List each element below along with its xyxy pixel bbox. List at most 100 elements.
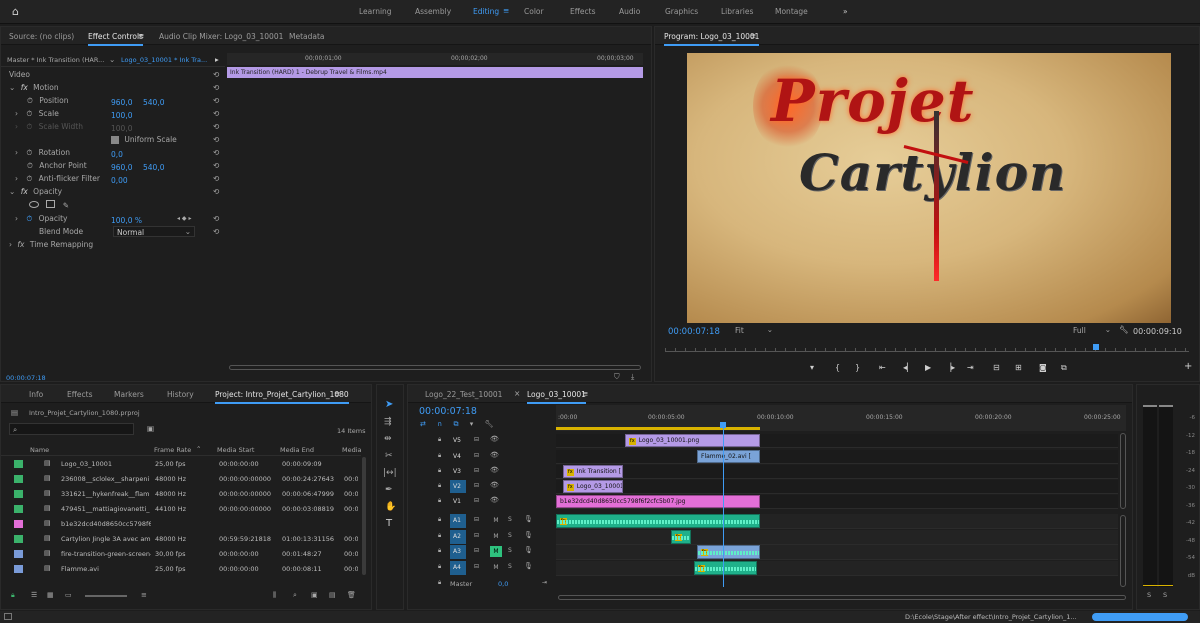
- program-viewer[interactable]: Projet Cartylion: [687, 53, 1171, 323]
- workspace-menu-icon[interactable]: ≡: [503, 6, 509, 15]
- sync-lock-icon[interactable]: ⊟: [474, 467, 479, 474]
- program-timecode[interactable]: 00:00:07:18: [668, 327, 720, 337]
- reset-icon[interactable]: ⟲: [213, 70, 219, 79]
- automate-icon[interactable]: ⫼: [273, 591, 276, 600]
- track-lane[interactable]: [556, 465, 1118, 479]
- eye-icon[interactable]: 👁︎: [490, 481, 499, 489]
- compare-icon[interactable]: ⧉: [1061, 363, 1067, 373]
- delete-icon[interactable]: 🗑︎: [347, 591, 356, 599]
- track-header[interactable]: 🔒︎ V4 ⊟ 👁︎: [428, 450, 554, 464]
- workspace-color[interactable]: Color: [524, 7, 544, 16]
- pen-mask-icon[interactable]: ✎: [63, 201, 69, 210]
- chevron-right-icon[interactable]: ›: [15, 174, 18, 183]
- label-color-swatch[interactable]: [14, 565, 23, 573]
- track-header[interactable]: 🔒︎ A3 ⊟ M S 🎙︎: [428, 545, 554, 560]
- col-name[interactable]: Name: [30, 446, 49, 454]
- col-media-end[interactable]: Media End: [280, 446, 314, 454]
- icon-view-icon[interactable]: ▦: [47, 591, 54, 599]
- track-header[interactable]: 🔒︎ A1 ⊟ M S 🎙︎: [428, 514, 554, 529]
- freeform-view-icon[interactable]: ▭: [65, 591, 72, 599]
- track-lane[interactable]: [556, 530, 1118, 545]
- eye-icon[interactable]: 👁︎: [490, 496, 499, 504]
- tab-info[interactable]: Info: [29, 390, 43, 399]
- position-y-value[interactable]: 540,0: [143, 98, 164, 107]
- hand-tool-icon[interactable]: ✋: [385, 502, 396, 512]
- linked-icon[interactable]: ⧉: [453, 420, 458, 428]
- label-color-swatch[interactable]: [14, 550, 23, 558]
- ellipse-mask-icon[interactable]: [29, 201, 39, 208]
- chevron-right-icon[interactable]: ›: [15, 148, 18, 157]
- export-frame-icon[interactable]: ◙: [1039, 363, 1047, 372]
- list-view-icon[interactable]: ☰: [31, 591, 37, 599]
- track-header[interactable]: 🔒︎ V5 ⊟ 👁︎: [428, 434, 554, 448]
- lock-icon[interactable]: 🔒︎: [438, 467, 441, 475]
- sync-lock-icon[interactable]: ⊟: [474, 532, 479, 539]
- play-icon[interactable]: ▶: [925, 363, 931, 372]
- label-color-swatch[interactable]: [14, 475, 23, 483]
- uniform-scale-row[interactable]: Uniform Scale: [111, 135, 177, 148]
- timeline-ruler[interactable]: :00:00 00:00:05:00 00:00:10:00 00:00:15:…: [556, 405, 1126, 431]
- new-bin-footer-icon[interactable]: ▣: [311, 591, 318, 599]
- type-tool-icon[interactable]: T: [386, 518, 392, 529]
- project-list-item[interactable]: ▤ fire-transition-green-screen- 30,00 fps 0…: [1, 547, 361, 561]
- panel-menu-icon[interactable]: ≡: [138, 31, 144, 40]
- project-list-item[interactable]: ▤ 331621__hykenfreak__flam 48000 Hz 00:00:0…: [1, 487, 361, 501]
- new-item-icon[interactable]: ▤: [329, 591, 336, 599]
- pen-tool-icon[interactable]: ✒: [385, 485, 393, 495]
- add-button-icon[interactable]: +: [1184, 361, 1192, 372]
- tab-history[interactable]: History: [167, 390, 194, 399]
- clip-dropdown-icon[interactable]: ⌄: [109, 55, 115, 64]
- clip-v3[interactable]: fx Ink Transition [: [563, 465, 623, 478]
- track-select-tool-icon[interactable]: ⇶: [384, 417, 392, 427]
- project-list-item[interactable]: ▤ b1e32dcd40d8650cc5798f6f: [1, 517, 361, 531]
- workspace-graphics[interactable]: Graphics: [665, 7, 698, 16]
- lock-icon[interactable]: 🔒︎: [438, 516, 441, 524]
- sync-lock-icon[interactable]: ⊟: [474, 516, 479, 523]
- track-lane[interactable]: [556, 561, 1118, 576]
- settings-icon[interactable]: 🔧︎: [484, 420, 493, 428]
- tab-project[interactable]: Project: Intro_Projet_Cartylion_1080: [215, 390, 349, 404]
- master-track-header[interactable]: 🔒︎ Master 0,0 ⇥: [428, 577, 554, 591]
- playhead-icon[interactable]: [1093, 344, 1099, 350]
- track-header[interactable]: 🔒︎ V2 ⊟ 👁︎: [428, 480, 554, 494]
- antiflicker-value[interactable]: 0,00: [111, 176, 128, 185]
- step-forward-icon[interactable]: ▕▸: [945, 363, 955, 372]
- work-area-bar[interactable]: [556, 427, 760, 430]
- workspace-editing[interactable]: Editing: [473, 7, 499, 16]
- chevron-right-icon[interactable]: ›: [15, 109, 18, 118]
- track-header[interactable]: 🔒︎ V1 ⊟ 👁︎: [428, 495, 554, 509]
- tab-source[interactable]: Source: (no clips): [9, 32, 74, 41]
- reset-icon[interactable]: ⟲: [213, 122, 219, 131]
- clip-a3[interactable]: fx: [697, 545, 760, 559]
- reset-icon[interactable]: ⟲: [213, 161, 219, 170]
- add-marker-icon[interactable]: ▾: [810, 363, 814, 372]
- label-color-swatch[interactable]: [14, 490, 23, 498]
- solo-button[interactable]: S: [508, 516, 512, 523]
- tab-sequence-logo03[interactable]: Logo_03_10001: [527, 390, 586, 404]
- sync-lock-icon[interactable]: ⊟: [474, 563, 479, 570]
- solo-right-button[interactable]: S: [1163, 591, 1167, 599]
- track-header[interactable]: 🔒︎ A4 ⊟ M S 🎙︎: [428, 561, 554, 576]
- chevron-down-icon[interactable]: ⌄: [9, 187, 15, 196]
- ripple-edit-tool-icon[interactable]: ⇹: [384, 434, 392, 444]
- stopwatch-icon[interactable]: ⏱: [27, 96, 33, 105]
- marker-icon[interactable]: ▾: [470, 420, 474, 428]
- sync-lock-icon[interactable]: ⊟: [474, 482, 479, 489]
- ec-timecode[interactable]: 00:00:07:18: [6, 374, 46, 382]
- stopwatch-icon[interactable]: ⏱: [27, 161, 33, 170]
- workspace-audio[interactable]: Audio: [619, 7, 640, 16]
- opacity-group-row[interactable]: ⌄ fx Opacity: [9, 187, 62, 200]
- lock-icon[interactable]: 🔒︎: [438, 482, 441, 490]
- reset-icon[interactable]: ⟲: [213, 187, 219, 196]
- new-bin-icon[interactable]: ▣: [147, 424, 154, 433]
- master-label[interactable]: Master * Ink Transition (HAR...: [7, 56, 104, 64]
- microphone-icon[interactable]: 🎙︎: [524, 546, 533, 554]
- timeline-hscroll[interactable]: [558, 595, 1126, 600]
- lock-icon[interactable]: 🔒︎: [438, 547, 441, 555]
- solo-left-button[interactable]: S: [1147, 591, 1151, 599]
- time-remap-row[interactable]: › fx Time Remapping: [9, 240, 93, 253]
- workspace-assembly[interactable]: Assembly: [415, 7, 451, 16]
- close-icon[interactable]: ×: [514, 389, 520, 398]
- sync-lock-icon[interactable]: ⊟: [474, 452, 479, 459]
- panel-menu-icon[interactable]: ≡: [750, 31, 756, 40]
